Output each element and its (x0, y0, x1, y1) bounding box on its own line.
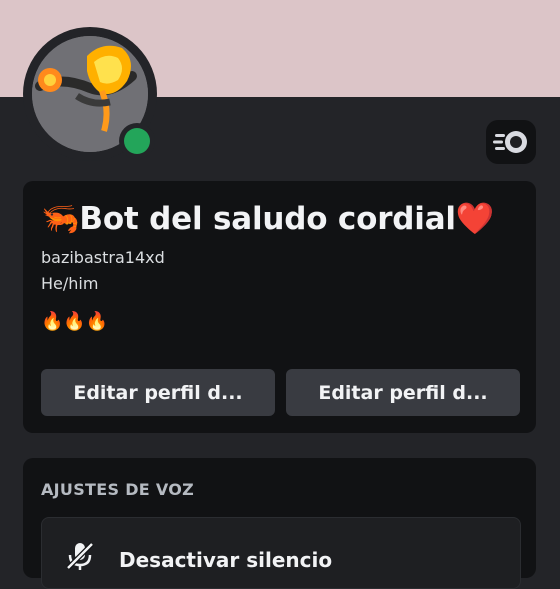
mic-muted-icon (66, 542, 94, 570)
edit-profile-button[interactable]: Editar perfil d... (41, 369, 275, 416)
voice-settings-title: AJUSTES DE VOZ (41, 480, 195, 499)
display-name: 🦐Bot del saludo cordial❤️ (41, 201, 495, 237)
username[interactable]: bazibastra14xd (41, 248, 165, 267)
bio: 🔥🔥🔥 (41, 311, 109, 332)
nitro-badge[interactable] (486, 120, 536, 164)
unmute-label: Desactivar silencio (119, 548, 333, 572)
nitro-icon (493, 131, 527, 153)
edit-server-profile-button[interactable]: Editar perfil d... (286, 369, 520, 416)
pronouns: He/him (41, 274, 99, 293)
status-online-indicator (124, 128, 150, 154)
